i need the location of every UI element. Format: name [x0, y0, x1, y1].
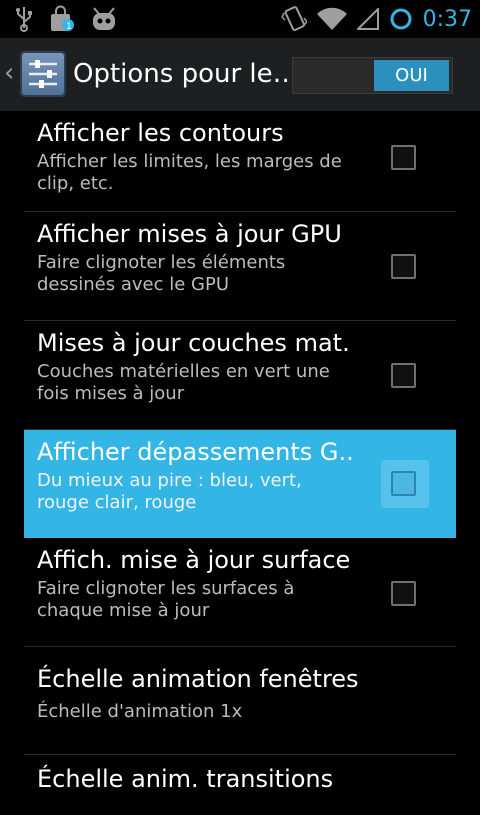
item-summary: Couches matérielles en vert une fois mis…	[37, 361, 330, 404]
settings-sliders-icon[interactable]	[20, 51, 66, 97]
list-item-show-layout-bounds[interactable]: Afficher les contours Afficher les limit…	[24, 111, 456, 212]
item-summary: Faire clignoter les surfaces à chaque mi…	[37, 578, 295, 621]
sync-ring-icon	[390, 8, 412, 30]
wifi-icon	[316, 7, 347, 31]
item-title: Affich. mise à jour surface	[37, 546, 351, 574]
checkbox[interactable]	[391, 145, 416, 170]
settings-list: Afficher les contours Afficher les limit…	[0, 111, 480, 800]
svg-text:1: 1	[66, 22, 72, 32]
system-icons: 0:37	[280, 4, 472, 34]
checkbox[interactable]	[391, 363, 416, 388]
notification-icons: 1	[14, 4, 118, 34]
toggle-on-label: OUI	[374, 60, 449, 91]
list-item-gpu-overdraw[interactable]: Afficher dépassements G.. Du mieux au pi…	[24, 430, 456, 538]
item-title: Afficher les contours	[37, 119, 284, 147]
item-title: Échelle animation fenêtres	[37, 665, 359, 693]
checkbox[interactable]	[391, 471, 416, 496]
vibrate-icon	[280, 6, 307, 31]
item-summary: Du mieux au pire : bleu, vert, rouge cla…	[37, 470, 302, 513]
cyanogenmod-mascot-icon	[93, 7, 115, 30]
action-bar: ‹ Options pour le… OUI	[0, 38, 480, 113]
checkbox[interactable]	[391, 254, 416, 279]
up-caret-icon[interactable]: ‹	[4, 58, 14, 88]
item-title: Afficher dépassements G..	[37, 438, 354, 466]
item-summary: Échelle d'animation 1x	[37, 701, 243, 722]
clock: 0:37	[422, 6, 472, 32]
signal-icon	[356, 8, 379, 30]
status-bar: 1 0:37	[0, 0, 480, 38]
list-item-transition-animation-scale[interactable]: Échelle anim. transitions	[24, 755, 456, 815]
item-title: Afficher mises à jour GPU	[37, 220, 342, 248]
list-item-hardware-layer-updates[interactable]: Mises à jour couches mat. Couches matéri…	[24, 321, 456, 430]
list-item-show-gpu-updates[interactable]: Afficher mises à jour GPU Faire clignote…	[24, 212, 456, 321]
item-summary: Faire clignoter les éléments dessinés av…	[37, 252, 286, 295]
list-item-surface-updates[interactable]: Affich. mise à jour surface Faire cligno…	[24, 538, 456, 647]
page-title: Options pour le…	[73, 59, 299, 89]
developer-options-toggle[interactable]: OUI	[292, 57, 453, 94]
shopping-bag-notification-icon: 1	[51, 5, 74, 32]
checkbox[interactable]	[391, 581, 416, 606]
item-summary: Afficher les limites, les marges de clip…	[37, 151, 342, 194]
checkbox-highlight	[381, 460, 429, 508]
item-title: Mises à jour couches mat.	[37, 329, 350, 357]
list-item-window-animation-scale[interactable]: Échelle animation fenêtres Échelle d'ani…	[24, 647, 456, 755]
usb-icon	[16, 7, 32, 32]
item-title: Échelle anim. transitions	[37, 765, 334, 793]
